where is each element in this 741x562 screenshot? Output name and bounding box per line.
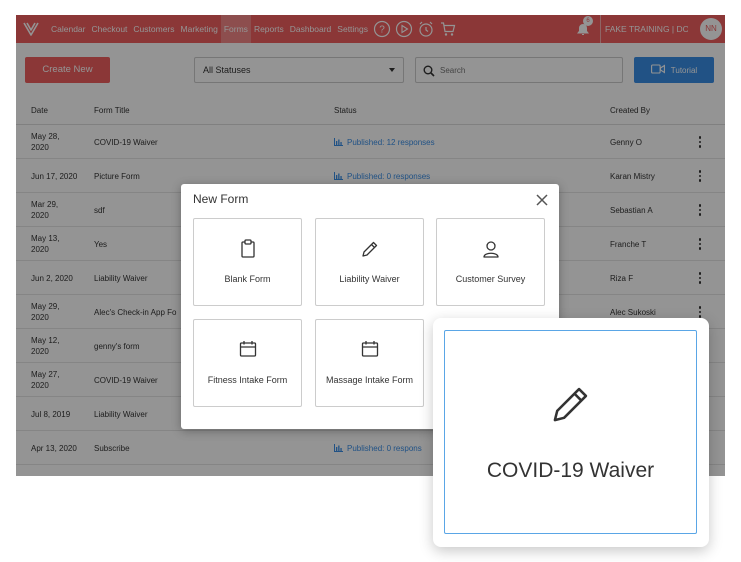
form-template-massage-intake[interactable]: Massage Intake Form [315,319,424,407]
pencil-icon [445,381,696,427]
form-template-label: Customer Survey [455,274,526,284]
person-icon [437,239,544,259]
close-icon[interactable] [534,192,550,208]
form-template-label: Blank Form [224,274,271,284]
form-template-label: Liability Waiver [339,274,400,284]
zoom-card-label: COVID-19 Waiver [486,459,655,482]
pencil-icon [316,239,423,259]
form-template-fitness-intake[interactable]: Fitness Intake Form [193,319,302,407]
clipboard-icon [194,239,301,259]
form-template-label: Massage Intake Form [325,375,414,385]
form-template-covid-waiver[interactable]: COVID-19 Waiver [444,330,697,534]
calendar-icon [194,340,301,358]
form-template-label: Fitness Intake Form [207,375,288,385]
form-template-liability-waiver[interactable]: Liability Waiver [315,218,424,306]
zoom-callout: COVID-19 Waiver [433,318,709,547]
form-template-customer-survey[interactable]: Customer Survey [436,218,545,306]
calendar-icon [316,340,423,358]
form-template-blank[interactable]: Blank Form [193,218,302,306]
modal-title: New Form [193,192,249,206]
